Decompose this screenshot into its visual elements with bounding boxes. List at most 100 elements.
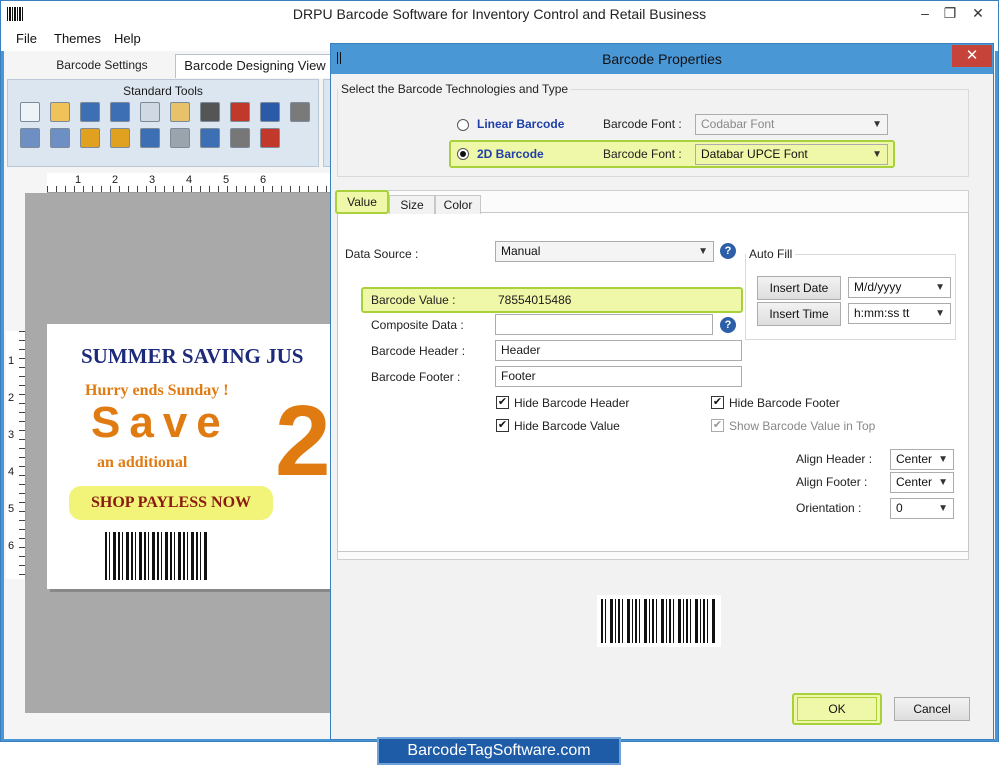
undo-icon[interactable] [260, 102, 280, 122]
tab-size[interactable]: Size [389, 195, 435, 214]
label-big-number[interactable]: 2 [275, 384, 331, 499]
align-header-value: Center [896, 452, 933, 466]
show-top-checkbox[interactable]: ✔ [711, 419, 724, 432]
orientation-label: Orientation : [796, 501, 862, 515]
barcode-preview [597, 595, 721, 647]
print-icon[interactable] [230, 128, 250, 148]
hide-header-checkbox[interactable]: ✔ [496, 396, 509, 409]
database-icon[interactable] [170, 128, 190, 148]
dialog-title: Barcode Properties [602, 51, 722, 67]
chevron-down-icon: ▼ [935, 282, 945, 293]
barcode-label[interactable]: SUMMER SAVING JUS Hurry ends Sunday ! Sa… [47, 324, 333, 589]
date-format-value: M/d/yyyy [854, 280, 902, 294]
help-icon[interactable]: ? [720, 317, 736, 333]
menu-help[interactable]: Help [114, 31, 141, 46]
linear-barcode-radio[interactable] [457, 119, 469, 131]
tab-barcode-settings[interactable]: Barcode Settings [43, 54, 161, 78]
save-icon[interactable] [80, 102, 100, 122]
hide-header-label[interactable]: Hide Barcode Header [514, 396, 629, 410]
send-back-icon[interactable] [50, 128, 70, 148]
unlock-icon[interactable] [110, 128, 130, 148]
ruler-left-label-4: 4 [8, 466, 15, 478]
ruler-left-label-1: 1 [8, 355, 15, 367]
paste-icon[interactable] [170, 102, 190, 122]
align-header-select[interactable]: Center ▼ [890, 449, 954, 470]
twod-font-select[interactable]: Databar UPCE Font ▼ [695, 144, 888, 165]
barcode-footer-input[interactable]: Footer [495, 366, 742, 387]
ruler-left-label-5: 5 [8, 503, 15, 515]
hide-value-label[interactable]: Hide Barcode Value [514, 419, 620, 433]
chevron-down-icon: ▼ [938, 477, 948, 488]
tab-value[interactable]: Value [335, 190, 389, 214]
align-footer-value: Center [896, 475, 933, 489]
barcode-value-input[interactable]: 78554015486 [495, 289, 739, 311]
ok-button[interactable]: OK [797, 697, 877, 721]
hide-value-checkbox[interactable]: ✔ [496, 419, 509, 432]
restore-button[interactable]: ❐ [936, 3, 964, 23]
linear-barcode-label[interactable]: Linear Barcode [477, 117, 564, 131]
time-format-select[interactable]: h:mm:ss tt ▼ [848, 303, 951, 324]
new-icon[interactable] [20, 102, 40, 122]
insert-date-button[interactable]: Insert Date [757, 276, 841, 300]
align-header-label: Align Header : [796, 452, 873, 466]
chevron-down-icon: ▼ [938, 503, 948, 514]
label-additional[interactable]: an additional [97, 454, 187, 472]
date-format-select[interactable]: M/d/yyyy ▼ [848, 277, 951, 298]
composite-data-input[interactable] [495, 314, 713, 335]
orientation-value: 0 [896, 501, 903, 515]
ruler-top-label-5: 5 [223, 174, 230, 186]
hide-footer-label[interactable]: Hide Barcode Footer [729, 396, 840, 410]
ruler-left-label-6: 6 [8, 540, 15, 552]
align-footer-select[interactable]: Center ▼ [890, 472, 954, 493]
barcode-header-label: Barcode Header : [371, 344, 466, 358]
bring-front-icon[interactable] [20, 128, 40, 148]
help-icon[interactable]: ? [720, 243, 736, 259]
tab-barcode-designing-view[interactable]: Barcode Designing View [175, 54, 335, 78]
delete-icon[interactable] [230, 102, 250, 122]
composite-data-label: Composite Data : [371, 318, 464, 332]
ruler-left-label-3: 3 [8, 429, 15, 441]
redo-icon[interactable] [290, 102, 310, 122]
dialog-close-button[interactable]: ✕ [952, 45, 992, 67]
cancel-button[interactable]: Cancel [894, 697, 970, 721]
brand-banner[interactable]: BarcodeTagSoftware.com [377, 737, 621, 765]
close-button[interactable]: ✕ [964, 3, 992, 23]
grid-icon[interactable] [140, 128, 160, 148]
tech-group-legend: Select the Barcode Technologies and Type [341, 82, 569, 96]
tab-color[interactable]: Color [435, 195, 481, 214]
chevron-down-icon: ▼ [872, 119, 882, 130]
save-as-icon[interactable] [110, 102, 130, 122]
twod-barcode-label[interactable]: 2D Barcode [477, 147, 544, 161]
title-bar: DRPU Barcode Software for Inventory Cont… [1, 1, 998, 28]
linear-font-label: Barcode Font : [603, 117, 682, 131]
export-icon[interactable] [200, 128, 220, 148]
show-top-label[interactable]: Show Barcode Value in Top [729, 419, 875, 433]
label-barcode-image[interactable] [105, 532, 209, 580]
label-headline[interactable]: SUMMER SAVING JUS [81, 344, 303, 369]
menu-file[interactable]: File [16, 31, 37, 46]
data-source-label: Data Source : [345, 247, 419, 261]
vertical-ruler: 1 2 3 4 5 6 [6, 331, 26, 579]
ruler-top-label-2: 2 [112, 174, 119, 186]
chevron-down-icon: ▼ [872, 149, 882, 160]
open-icon[interactable] [50, 102, 70, 122]
exit-icon[interactable] [260, 128, 280, 148]
minimize-button[interactable]: – [911, 3, 939, 23]
linear-font-select[interactable]: Codabar Font ▼ [695, 114, 888, 135]
lock-icon[interactable] [80, 128, 100, 148]
menu-themes[interactable]: Themes [54, 31, 101, 46]
dialog-title-bar: Barcode Properties ✕ [331, 44, 993, 74]
cut-icon[interactable] [200, 102, 220, 122]
label-save[interactable]: Save [91, 398, 230, 448]
copy-icon[interactable] [140, 102, 160, 122]
horizontal-ruler: 1 2 3 4 5 6 [47, 173, 337, 193]
orientation-select[interactable]: 0 ▼ [890, 498, 954, 519]
data-source-select[interactable]: Manual ▼ [495, 241, 714, 262]
twod-font-label: Barcode Font : [603, 147, 682, 161]
barcode-header-input[interactable]: Header [495, 340, 742, 361]
ruler-top-label-1: 1 [75, 174, 82, 186]
label-shop-banner[interactable]: SHOP PAYLESS NOW [69, 486, 273, 520]
hide-footer-checkbox[interactable]: ✔ [711, 396, 724, 409]
insert-time-button[interactable]: Insert Time [757, 302, 841, 326]
twod-barcode-radio[interactable] [457, 148, 469, 160]
